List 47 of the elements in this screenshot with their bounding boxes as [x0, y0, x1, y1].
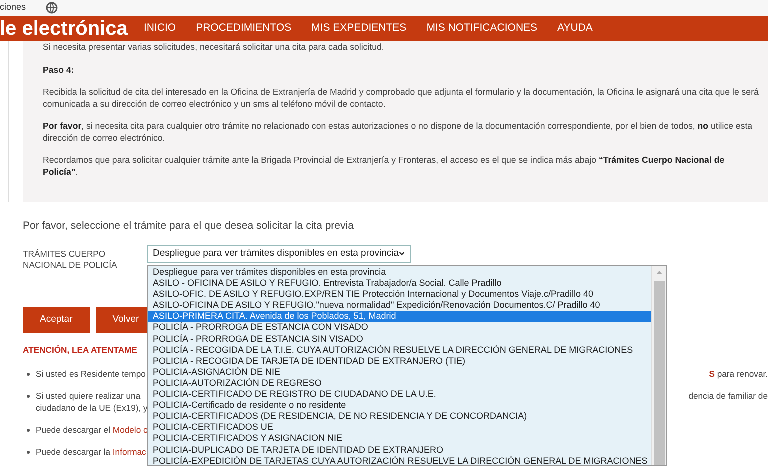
- dropdown-option[interactable]: Despliegue para ver trámites disponibles en esta provincia: [148, 267, 651, 278]
- bullet-icon: [27, 450, 30, 454]
- notice-text: S para renovar.: [709, 368, 768, 380]
- instruction-text: Por favor, seleccione el trámite para el que desea solicitar la cita previa: [23, 219, 355, 234]
- dropdown-option[interactable]: POLICIA-AUTORIZACIÓN DE REGRESO: [148, 378, 651, 390]
- scrollbar[interactable]: [651, 266, 666, 465]
- dropdown-option[interactable]: POLICIA - RECOGIDA DE TARJETA DE IDENTIDAD DE EXTRANJERO (TIE): [148, 356, 651, 367]
- form-button[interactable]: Aceptar: [23, 306, 90, 333]
- nav-link[interactable]: PROCEDIMIENTOS: [196, 20, 292, 36]
- info-paragraph: Paso 4:: [43, 64, 76, 76]
- dropdown-option[interactable]: POLICIA-CERTIFICADOS UE: [148, 422, 651, 434]
- dropdown-option[interactable]: POLICÍA - PRORROGA DE ESTANCIA SIN VISADO: [148, 334, 651, 345]
- notice-text: Puede descargar la Informac: [36, 446, 146, 458]
- dropdown-option[interactable]: POLICÍA-EXPEDICIÓN DE TARJETAS CUYA AUTORIZACIÓN RESUELVE LA DIRECCIÓN GENERAL DE MIGRACIONES: [148, 456, 651, 466]
- select-field[interactable]: Despliegue para ver trámites disponibles en esta provincia: [147, 244, 411, 263]
- site-title: le electrónica: [0, 18, 129, 38]
- scroll-up-icon: [656, 270, 662, 275]
- dropdown-option[interactable]: POLICIA-ASIGNACIÓN DE NIE: [148, 366, 651, 378]
- dropdown-option[interactable]: POLICÍA - RECOGIDA DE LA T.I.E. CUYA AUTORIZACIÓN RESUELVE LA DIRECCIÓN GENERAL DE MIGRACIONES: [148, 344, 651, 356]
- nav-link[interactable]: INICIO: [144, 20, 176, 36]
- notice-text: Si usted quiere realizar una: [36, 390, 142, 402]
- nav-link[interactable]: MIS EXPEDIENTES: [312, 20, 407, 36]
- info-paragraph: Por favor, si necesita cita para cualquier otro trámite no relacionado con estas autorizaciones o no dispone de la documentación correspondiente, por el bien de todos, no utilice esta dirección de correo electrónico.: [43, 121, 754, 144]
- bullet-icon: [27, 372, 30, 376]
- notice-text: dencia de familiar de: [688, 390, 768, 402]
- dropdown-option[interactable]: ASILO-PRIMERA CITA. Avenida de los Poblados, 51, Madrid: [148, 311, 651, 322]
- tab-title: ciones: [0, 1, 26, 14]
- dropdown-option[interactable]: POLICIA-CERTIFICADO DE REGISTRO DE CIUDADANO DE LA U.E.: [148, 389, 651, 400]
- notice-text: Si usted es Residente tempo: [36, 368, 146, 380]
- field-label: TRÁMITES CUERPO NACIONAL DE POLICÍA: [23, 248, 118, 271]
- dropdown-option[interactable]: ASILO-OFIC. DE ASILO Y REFUGIO.EXP/REN TIE Protección Internacional y Documentos Viaje.c/Pradillo 40: [148, 289, 651, 300]
- bullet-icon: [27, 394, 30, 398]
- info-paragraph: Recordamos que para solicitar cualquier trámite ante la Brigada Provincial de Extranjería y Fronteras, el acceso es el que se indica más abajo “Trámites Cuerpo Nacional de Policía”.: [43, 155, 726, 178]
- dropdown-option[interactable]: POLICIA-CERTIFICADOS (DE RESIDENCIA, DE NO RESIDENCIA Y DE CONCORDANCIA): [148, 411, 651, 422]
- bullet-icon: [27, 428, 30, 432]
- chevron-down-icon: [399, 250, 405, 257]
- dropdown-option[interactable]: POLICIA-DUPLICADO DE TARJETA DE IDENTIDAD DE EXTRANJERO: [148, 444, 651, 456]
- dropdown-option[interactable]: POLICIA-CERTIFICADOS Y ASIGNACION NIE: [148, 433, 651, 444]
- dropdown-option[interactable]: ASILO - OFICINA DE ASILO Y REFUGIO. Entrevista Trabajador/a Social. Calle Pradillo: [148, 278, 651, 290]
- scrollbar-thumb[interactable]: [654, 281, 664, 465]
- info-paragraph: Si necesita presentar varias solicitudes, necesitará solicitar una cita para cada solicitud.: [43, 42, 386, 54]
- notice-title: ATENCIÓN, LEA ATENTAME: [23, 344, 138, 357]
- dropdown-option[interactable]: POLICIA-Certificado de residente o no residente: [148, 400, 651, 412]
- globe-icon: [46, 2, 58, 14]
- nav-link[interactable]: AYUDA: [558, 20, 593, 36]
- info-paragraph: Recibida la solicitud de cita del interesado en la Oficina de Extranjería de Madrid y comprobado que adjunta el formulario y la documentación, la Oficina le asignará una cita que le será comunicada a su dirección de correo electrónico y un sms al teléfono móvil de contacto.: [43, 87, 760, 110]
- nav-link[interactable]: MIS NOTIFICACIONES: [426, 20, 538, 36]
